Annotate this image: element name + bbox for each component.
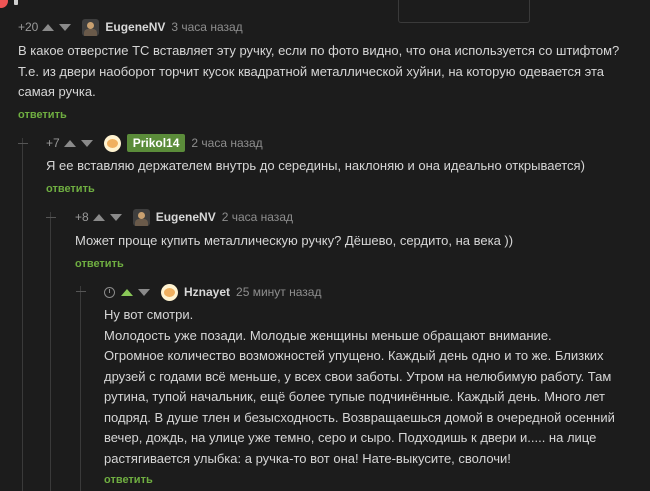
reply-link[interactable]: ответить (46, 183, 95, 195)
username[interactable]: EugeneNV (105, 20, 165, 34)
comment-line: растягивается улыбка: а ручка-то вот она… (104, 450, 511, 466)
thread-guide[interactable] (22, 138, 33, 491)
comment-rating: +7 (46, 136, 60, 150)
comment-header: +20 EugeneNV 3 часа назад (18, 18, 243, 36)
upvote-icon[interactable] (42, 23, 55, 31)
downvote-icon[interactable] (80, 139, 93, 147)
comment-line: Ну вот смотри. (104, 307, 194, 322)
comment-rating: +8 (75, 210, 89, 224)
upvote-icon[interactable] (92, 213, 105, 221)
comment-line: В какое отверстие ТС вставляет эту ручку… (18, 43, 620, 58)
comment-body: Ну вот смотри. Молодость уже позади. Мол… (104, 305, 644, 469)
collapse-toggle[interactable] (76, 291, 86, 292)
downvote-icon[interactable] (59, 23, 72, 31)
downvote-icon[interactable] (109, 213, 122, 221)
reply-link[interactable]: ответить (75, 258, 124, 270)
search-box[interactable] (398, 0, 530, 23)
thread-guide[interactable] (80, 286, 91, 491)
comment-time[interactable]: 3 часа назад (171, 20, 242, 34)
upvote-icon[interactable] (63, 139, 76, 147)
reply-link[interactable]: ответить (104, 474, 153, 486)
comment-header: +8 EugeneNV 2 часа назад (75, 208, 293, 226)
clock-icon (104, 286, 115, 298)
username[interactable]: Prikol14 (126, 134, 186, 152)
comment-line: друзей с годами всё меньше, у всех свои … (104, 368, 612, 384)
comment-line: Т.е. из двери наоборот торчит кусок квад… (18, 63, 605, 79)
comment-rating: +20 (18, 20, 39, 34)
avatar[interactable] (132, 208, 150, 226)
comment-time[interactable]: 25 минут назад (236, 285, 321, 299)
comment-line: подряд. В душе тлен и безысходность. Воз… (104, 409, 615, 425)
thread-guide[interactable] (50, 212, 61, 491)
comment-body: Я ее вставляю держателем внутрь до серед… (46, 156, 641, 177)
comment-header: +7 Prikol14 2 часа назад (46, 134, 263, 152)
menu-icon (14, 0, 18, 5)
username[interactable]: EugeneNV (156, 210, 216, 224)
comment-line: Молодость уже позади. Молодые женщины ме… (104, 327, 552, 343)
avatar[interactable] (161, 283, 178, 301)
comment-body: В какое отверстие ТС вставляет эту ручку… (18, 41, 638, 103)
comment-time[interactable]: 2 часа назад (222, 210, 293, 224)
logo-icon[interactable] (0, 0, 8, 8)
reply-link[interactable]: ответить (18, 109, 67, 121)
avatar[interactable] (82, 18, 100, 36)
collapse-toggle[interactable] (46, 217, 56, 218)
comment-line: Я ее вставляю держателем внутрь до серед… (46, 158, 585, 173)
username[interactable]: Hznayet (184, 285, 230, 299)
upvote-icon[interactable] (121, 288, 133, 296)
top-bar (0, 0, 650, 23)
comment-header: Hznayet 25 минут назад (104, 283, 321, 301)
comment-line: рутина, тупой начальник, ещё более тупые… (104, 389, 605, 404)
comment-body: Может проще купить металлическую ручку? … (75, 231, 640, 252)
comment-time[interactable]: 2 часа назад (191, 136, 262, 150)
comment-line: вечер, дождь, на улице уже темно, серо и… (104, 430, 597, 445)
comment-line: самая ручка. (18, 84, 96, 99)
collapse-toggle[interactable] (18, 143, 28, 144)
downvote-icon[interactable] (138, 288, 150, 296)
comment-line: Огромное количество возможностей упущено… (104, 348, 604, 363)
comment-line: Может проще купить металлическую ручку? … (75, 233, 514, 248)
avatar[interactable] (103, 134, 121, 152)
